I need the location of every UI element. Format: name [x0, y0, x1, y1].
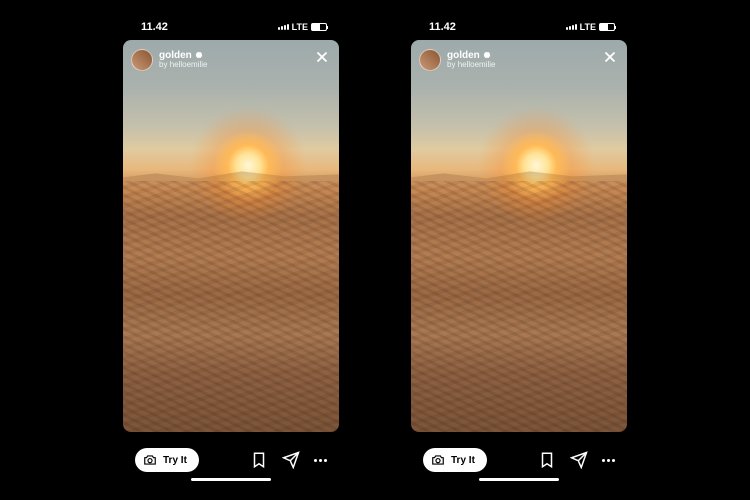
avatar[interactable] [131, 49, 153, 71]
try-it-label: Try It [451, 455, 475, 466]
more-button[interactable] [314, 459, 327, 462]
status-right: LTE [566, 22, 615, 32]
filter-author: by helloemilie [159, 61, 207, 70]
try-it-label: Try It [163, 455, 187, 466]
filter-info[interactable]: golden by helloemilie [131, 49, 207, 71]
battery-icon [311, 23, 327, 31]
bottom-bar: Try It [117, 448, 345, 472]
close-icon [313, 48, 331, 66]
share-icon[interactable] [570, 451, 588, 469]
verified-icon [483, 51, 491, 59]
signal-icon [566, 24, 577, 30]
avatar[interactable] [419, 49, 441, 71]
story-header: golden by helloemilie [131, 48, 331, 71]
camera-icon [431, 453, 445, 467]
try-it-button[interactable]: Try It [135, 448, 199, 472]
bookmark-icon[interactable] [250, 451, 268, 469]
story-viewport[interactable]: golden by helloemilie [411, 40, 627, 432]
phone-screenshot-right: 11.42 LTE golden by helloemilie [405, 16, 633, 484]
story-image-texture [411, 181, 627, 432]
filter-info[interactable]: golden by helloemilie [419, 49, 495, 71]
camera-icon [143, 453, 157, 467]
bottom-bar: Try It [405, 448, 633, 472]
home-indicator[interactable] [479, 478, 559, 481]
battery-icon [599, 23, 615, 31]
story-actions [250, 451, 327, 469]
close-button[interactable] [313, 48, 331, 71]
close-icon [601, 48, 619, 66]
phone-screenshot-left: 11.42 LTE golden by helloemilie [117, 16, 345, 484]
filter-author: by helloemilie [447, 61, 495, 70]
status-time: 11.42 [141, 21, 168, 33]
share-icon[interactable] [282, 451, 300, 469]
verified-icon [195, 51, 203, 59]
status-time: 11.42 [429, 21, 456, 33]
home-indicator[interactable] [191, 478, 271, 481]
network-label: LTE [580, 22, 596, 32]
signal-icon [278, 24, 289, 30]
status-right: LTE [278, 22, 327, 32]
status-bar: 11.42 LTE [405, 16, 633, 38]
try-it-button[interactable]: Try It [423, 448, 487, 472]
story-viewport[interactable]: golden by helloemilie [123, 40, 339, 432]
status-bar: 11.42 LTE [117, 16, 345, 38]
story-header: golden by helloemilie [419, 48, 619, 71]
network-label: LTE [292, 22, 308, 32]
story-image-texture [123, 181, 339, 432]
story-actions [538, 451, 615, 469]
close-button[interactable] [601, 48, 619, 71]
more-button[interactable] [602, 459, 615, 462]
bookmark-icon[interactable] [538, 451, 556, 469]
